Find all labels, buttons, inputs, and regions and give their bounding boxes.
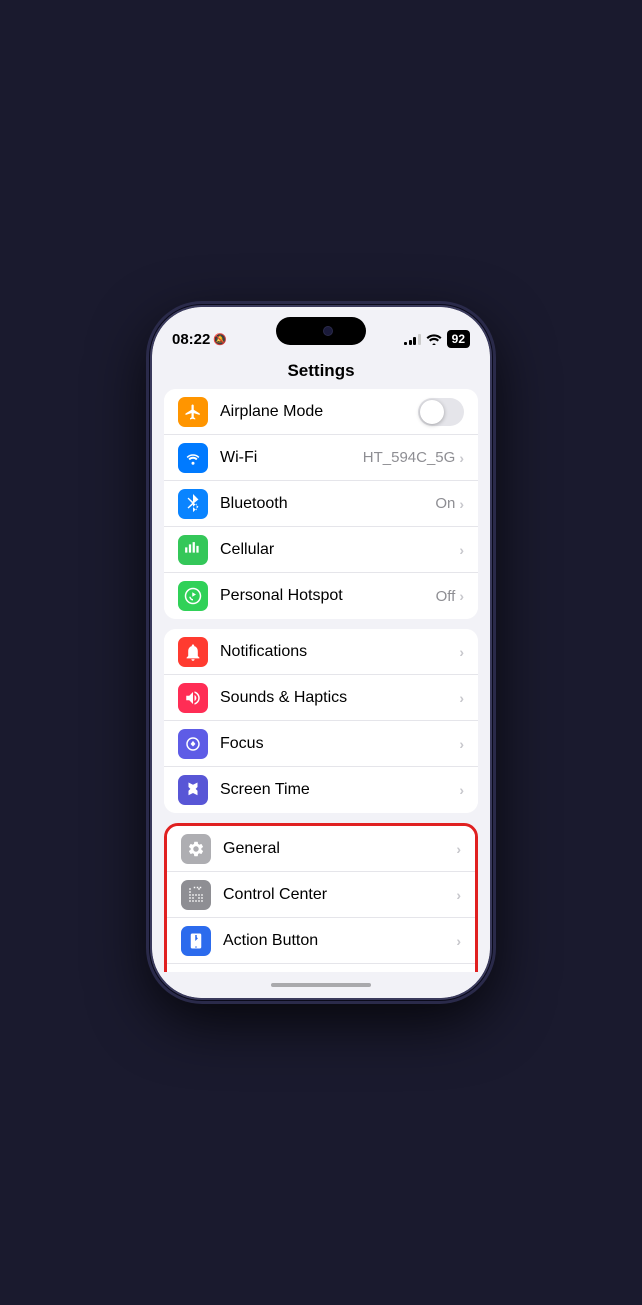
time-display: 08:22 xyxy=(172,331,210,348)
airplane-mode-icon xyxy=(178,397,208,427)
status-time: 08:22 🔕 xyxy=(172,331,227,348)
battery-level: 92 xyxy=(452,332,465,346)
focus-label: Focus xyxy=(220,735,459,753)
power-button[interactable] xyxy=(490,437,492,485)
cellular-chevron: › xyxy=(459,542,464,558)
phone-screen: 08:22 🔕 92 xyxy=(152,307,490,998)
phone-frame: 08:22 🔕 92 xyxy=(150,305,492,1000)
sounds-icon xyxy=(178,683,208,713)
signal-bar-4 xyxy=(418,334,421,345)
signal-bars-icon xyxy=(404,333,421,345)
notifications-label: Notifications xyxy=(220,643,459,661)
control-center-label: Control Center xyxy=(223,886,456,904)
settings-scroll-area[interactable]: Airplane Mode Wi-Fi HT_594C_5G › xyxy=(152,389,490,972)
signal-bar-2 xyxy=(409,340,412,345)
screen-time-chevron: › xyxy=(459,782,464,798)
camera-dot xyxy=(323,326,333,336)
battery-icon: 92 xyxy=(447,330,470,348)
general-chevron: › xyxy=(456,841,461,857)
toggle-knob xyxy=(420,400,444,424)
row-sounds-haptics[interactable]: Sounds & Haptics › xyxy=(164,675,478,721)
hotspot-icon xyxy=(178,581,208,611)
row-cellular[interactable]: Cellular › xyxy=(164,527,478,573)
wifi-icon xyxy=(426,333,442,345)
bluetooth-value: On xyxy=(435,495,455,512)
hotspot-value: Off xyxy=(436,588,456,605)
cellular-label: Cellular xyxy=(220,541,459,559)
row-bluetooth[interactable]: Bluetooth On › xyxy=(164,481,478,527)
section-system: General › Control Center › xyxy=(164,823,478,972)
bluetooth-chevron: › xyxy=(459,496,464,512)
signal-bar-3 xyxy=(413,337,416,345)
sounds-label: Sounds & Haptics xyxy=(220,689,459,707)
action-button-label: Action Button xyxy=(223,932,456,950)
hotspot-chevron: › xyxy=(459,588,464,604)
cellular-icon xyxy=(178,535,208,565)
action-button-chevron: › xyxy=(456,933,461,949)
control-center-chevron: › xyxy=(456,887,461,903)
focus-chevron: › xyxy=(459,736,464,752)
row-control-center[interactable]: Control Center › xyxy=(167,872,475,918)
section-connectivity: Airplane Mode Wi-Fi HT_594C_5G › xyxy=(164,389,478,619)
row-screen-time[interactable]: Screen Time › xyxy=(164,767,478,813)
bluetooth-icon xyxy=(178,489,208,519)
screen-time-icon xyxy=(178,775,208,805)
wifi-chevron: › xyxy=(459,450,464,466)
home-indicator xyxy=(152,972,490,998)
focus-icon xyxy=(178,729,208,759)
airplane-mode-toggle[interactable] xyxy=(418,398,464,426)
row-wifi[interactable]: Wi-Fi HT_594C_5G › xyxy=(164,435,478,481)
row-action-button[interactable]: Action Button › xyxy=(167,918,475,964)
airplane-mode-label: Airplane Mode xyxy=(220,403,418,421)
hotspot-label: Personal Hotspot xyxy=(220,587,436,605)
notifications-chevron: › xyxy=(459,644,464,660)
row-notifications[interactable]: Notifications › xyxy=(164,629,478,675)
control-center-icon xyxy=(181,880,211,910)
home-bar xyxy=(271,983,371,987)
screen-time-label: Screen Time xyxy=(220,781,459,799)
bell-icon: 🔕 xyxy=(213,333,227,346)
general-label: General xyxy=(223,840,456,858)
dynamic-island xyxy=(276,317,366,345)
wifi-settings-icon xyxy=(178,443,208,473)
row-airplane-mode[interactable]: Airplane Mode xyxy=(164,389,478,435)
bluetooth-label: Bluetooth xyxy=(220,495,435,513)
wifi-label: Wi-Fi xyxy=(220,449,363,467)
row-display-brightness[interactable]: Display & Brightness › xyxy=(167,964,475,972)
notifications-icon xyxy=(178,637,208,667)
action-button-icon xyxy=(181,926,211,956)
status-icons: 92 xyxy=(404,330,470,348)
section-notifications: Notifications › Sounds & Haptics › xyxy=(164,629,478,813)
signal-bar-1 xyxy=(404,342,407,345)
row-general[interactable]: General › xyxy=(167,826,475,872)
general-icon xyxy=(181,834,211,864)
row-personal-hotspot[interactable]: Personal Hotspot Off › xyxy=(164,573,478,619)
wifi-value: HT_594C_5G xyxy=(363,449,456,466)
sounds-chevron: › xyxy=(459,690,464,706)
row-focus[interactable]: Focus › xyxy=(164,721,478,767)
page-title: Settings xyxy=(152,357,490,389)
